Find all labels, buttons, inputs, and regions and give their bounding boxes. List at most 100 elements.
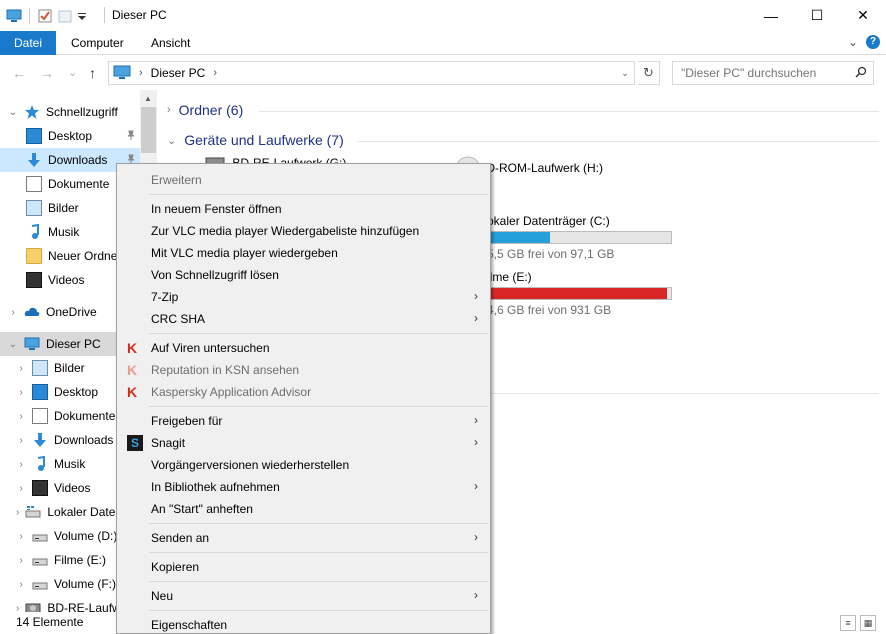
- group-header-ordner[interactable]: › Ordner (6): [167, 102, 243, 118]
- menu-item-ksn-reputation[interactable]: K Reputation in KSN ansehen: [119, 359, 488, 381]
- menu-item-erweitern[interactable]: Erweitern: [119, 169, 488, 191]
- expand-chevron-icon[interactable]: ›: [16, 411, 26, 422]
- drive-icon: [32, 576, 48, 592]
- forward-button[interactable]: →: [40, 65, 54, 81]
- computer-icon: [113, 64, 131, 83]
- sidebar-item-schnellzugriff[interactable]: ⌄ Schnellzugriff: [0, 100, 140, 124]
- tiles-view-button[interactable]: ▦: [860, 615, 876, 631]
- snagit-icon: S: [127, 435, 143, 451]
- drive-c-usage-bar: [487, 231, 672, 244]
- expand-chevron-icon[interactable]: ›: [16, 387, 26, 398]
- menu-item-restore-previous[interactable]: Vorgängerversionen wiederherstellen: [119, 454, 488, 476]
- address-bar[interactable]: › Dieser PC ›: [108, 61, 635, 85]
- title-bar: Dieser PC — ☐ ✕: [0, 0, 886, 31]
- drive-tile-e[interactable]: ilme (E:) 4,6 GB frei von 931 GB: [487, 270, 672, 317]
- menu-item-properties[interactable]: Eigenschaften: [119, 614, 488, 633]
- menu-item-snagit[interactable]: S Snagit ›: [119, 432, 488, 454]
- breadcrumb-separator-icon[interactable]: ›: [139, 67, 143, 79]
- menu-item-include-library[interactable]: In Bibliothek aufnehmen ›: [119, 476, 488, 498]
- expand-chevron-icon[interactable]: ›: [16, 579, 26, 590]
- optical-drive-icon: [25, 600, 41, 612]
- expand-chevron-icon[interactable]: ›: [16, 507, 19, 518]
- scroll-up-icon[interactable]: ▲: [144, 94, 152, 103]
- menu-item-unpin-quick-access[interactable]: Von Schnellzugriff lösen: [119, 264, 488, 286]
- properties-icon[interactable]: [37, 8, 53, 24]
- collapse-chevron-icon[interactable]: ⌄: [8, 339, 18, 350]
- submenu-chevron-icon: ›: [474, 530, 478, 544]
- window-title: Dieser PC: [112, 8, 167, 22]
- refresh-button[interactable]: ↻: [638, 61, 660, 85]
- computer-icon: [24, 336, 40, 352]
- expand-chevron-icon[interactable]: ›: [16, 603, 19, 613]
- menu-item-send-to[interactable]: Senden an ›: [119, 527, 488, 549]
- new-folder-icon[interactable]: [57, 8, 73, 24]
- tab-computer[interactable]: Computer: [57, 31, 138, 55]
- menu-item-share-with[interactable]: Freigeben für ›: [119, 410, 488, 432]
- music-icon: [26, 223, 42, 240]
- scrollbar-thumb[interactable]: [141, 107, 156, 153]
- menu-item-vlc-play[interactable]: Mit VLC media player wiedergeben: [119, 242, 488, 264]
- desktop-icon: [26, 128, 42, 144]
- search-input[interactable]: [681, 66, 851, 80]
- menu-item-copy[interactable]: Kopieren: [119, 556, 488, 578]
- customize-toolbar-icon[interactable]: [77, 8, 87, 24]
- address-history-dropdown[interactable]: ⌄: [615, 61, 635, 85]
- expand-chevron-icon[interactable]: ›: [16, 483, 26, 494]
- star-icon: [24, 104, 40, 120]
- expand-chevron-icon[interactable]: ›: [16, 363, 26, 374]
- expand-chevron-icon[interactable]: ›: [167, 104, 171, 116]
- tab-datei[interactable]: Datei: [0, 31, 57, 55]
- menu-item-crc-sha[interactable]: CRC SHA ›: [119, 308, 488, 330]
- menu-item-open-new-window[interactable]: In neuem Fenster öffnen: [119, 198, 488, 220]
- submenu-chevron-icon: ›: [474, 435, 478, 449]
- menu-item-pin-start[interactable]: An "Start" anheften: [119, 498, 488, 520]
- computer-icon[interactable]: [6, 8, 22, 24]
- menu-item-kaspersky-advisor[interactable]: K Kaspersky Application Advisor: [119, 381, 488, 403]
- expand-ribbon-icon[interactable]: ⌄: [848, 35, 858, 49]
- drive-icon: [32, 552, 48, 568]
- drive-tile-c[interactable]: okaler Datenträger (C:) 5,5 GB frei von …: [487, 214, 672, 261]
- pictures-icon: [26, 200, 42, 216]
- search-icon[interactable]: [855, 66, 867, 81]
- download-icon: [32, 432, 48, 448]
- menu-item-vlc-playlist[interactable]: Zur VLC media player Wiedergabeliste hin…: [119, 220, 488, 242]
- collapse-chevron-icon[interactable]: ⌄: [167, 134, 176, 147]
- tab-ansicht[interactable]: Ansicht: [137, 31, 204, 55]
- menu-item-virus-scan[interactable]: K Auf Viren untersuchen: [119, 337, 488, 359]
- video-icon: [26, 272, 42, 288]
- submenu-chevron-icon: ›: [474, 479, 478, 493]
- menu-item-new[interactable]: Neu ›: [119, 585, 488, 607]
- cloud-icon: [24, 304, 40, 320]
- expand-chevron-icon[interactable]: ›: [16, 555, 26, 566]
- context-menu: Erweitern In neuem Fenster öffnen Zur VL…: [116, 163, 491, 634]
- breadcrumb-dieser-pc[interactable]: Dieser PC: [151, 66, 206, 80]
- submenu-chevron-icon: ›: [474, 311, 478, 325]
- expand-chevron-icon[interactable]: ›: [16, 435, 26, 446]
- sidebar-item-desktop-quick[interactable]: Desktop: [0, 124, 140, 148]
- expand-chevron-icon[interactable]: ›: [16, 459, 26, 470]
- quick-access-toolbar: [6, 6, 87, 26]
- pictures-icon: [32, 360, 48, 376]
- close-button[interactable]: ✕: [840, 0, 886, 31]
- ribbon-tabs: Datei Computer Ansicht ⌄ ?: [0, 31, 886, 55]
- music-icon: [32, 455, 48, 472]
- recent-locations-button[interactable]: ⌄: [68, 66, 77, 79]
- kaspersky-icon: K: [127, 362, 138, 378]
- group-header-geraete[interactable]: ⌄ Geräte und Laufwerke (7): [167, 132, 344, 148]
- kaspersky-icon: K: [127, 384, 138, 400]
- menu-item-7zip[interactable]: 7-Zip ›: [119, 286, 488, 308]
- breadcrumb-chevron-icon[interactable]: ›: [213, 67, 217, 79]
- expand-chevron-icon[interactable]: ›: [16, 531, 26, 542]
- submenu-chevron-icon: ›: [474, 413, 478, 427]
- up-button[interactable]: ↑: [89, 65, 96, 81]
- minimize-button[interactable]: —: [748, 0, 794, 31]
- pin-icon: [126, 130, 136, 143]
- document-icon: [26, 176, 42, 192]
- search-box[interactable]: [672, 61, 874, 85]
- back-button[interactable]: ←: [12, 65, 26, 81]
- collapse-chevron-icon[interactable]: ⌄: [8, 107, 18, 118]
- details-view-button[interactable]: ≡: [840, 615, 856, 631]
- expand-chevron-icon[interactable]: ›: [8, 307, 18, 318]
- maximize-button[interactable]: ☐: [794, 0, 840, 31]
- help-icon[interactable]: ?: [866, 35, 880, 49]
